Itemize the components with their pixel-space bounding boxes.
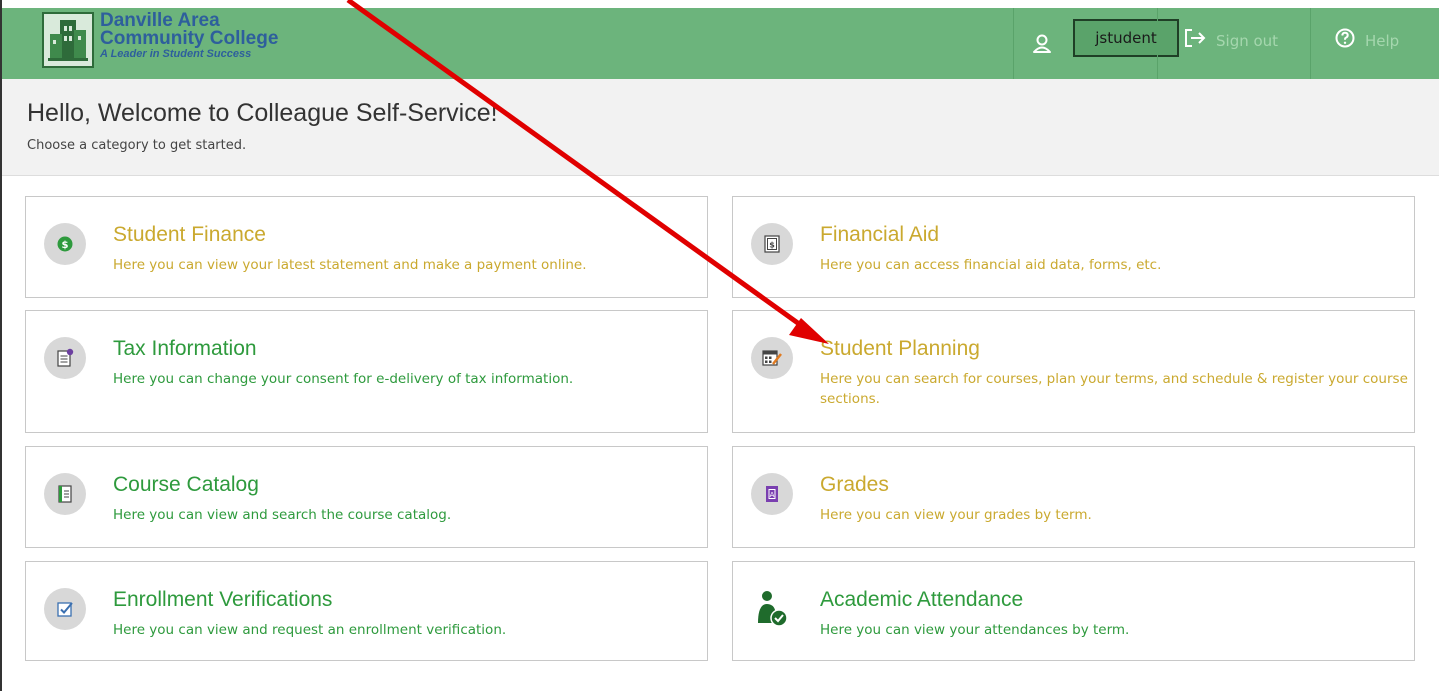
academic-attendance-card[interactable]: Academic Attendance Here you can view yo…	[732, 561, 1415, 661]
tax-information-card[interactable]: Tax Information Here you can change your…	[25, 310, 708, 433]
calendar-icon	[751, 337, 793, 379]
card-title: Tax Information	[113, 337, 257, 360]
card-title: Enrollment Verifications	[113, 588, 333, 611]
grades-icon: A	[751, 473, 793, 515]
card-title: Course Catalog	[113, 473, 259, 496]
svg-text:$: $	[769, 241, 775, 250]
header-divider	[1157, 8, 1158, 79]
help-label: Help	[1365, 31, 1400, 50]
course-catalog-card[interactable]: Course Catalog Here you can view and sea…	[25, 446, 708, 548]
header-divider	[1310, 8, 1311, 79]
grades-card[interactable]: A Grades Here you can view your grades b…	[732, 446, 1415, 548]
card-description: Here you can view and request an enrollm…	[113, 622, 507, 638]
attendance-icon	[751, 588, 793, 630]
svg-text:A: A	[770, 491, 775, 499]
tax-document-icon	[44, 337, 86, 379]
help-icon	[1335, 28, 1355, 53]
verification-icon	[44, 588, 86, 630]
card-description: Here you can access financial aid data, …	[820, 257, 1162, 273]
header-divider	[1013, 8, 1014, 79]
card-title: Student Finance	[113, 223, 266, 246]
username-button[interactable]: jstudent	[1073, 19, 1179, 57]
card-title: Financial Aid	[820, 223, 940, 246]
user-icon[interactable]	[1032, 34, 1052, 59]
college-logo[interactable]: Danville Area Community College A Leader…	[42, 10, 302, 74]
card-title: Grades	[820, 473, 889, 496]
sign-out-label: Sign out	[1216, 31, 1279, 50]
logo-tagline: A Leader in Student Success	[100, 48, 252, 60]
help-button[interactable]: Help	[1335, 28, 1399, 53]
svg-text:$: $	[62, 240, 69, 251]
card-title: Academic Attendance	[820, 588, 1024, 611]
page-title: Hello, Welcome to Colleague Self-Service…	[27, 99, 498, 127]
logo-building-icon	[42, 12, 94, 68]
card-description: Here you can view your latest statement …	[113, 257, 587, 273]
enrollment-verifications-card[interactable]: Enrollment Verifications Here you can vi…	[25, 561, 708, 661]
catalog-icon	[44, 473, 86, 515]
page-subtitle: Choose a category to get started.	[27, 138, 247, 153]
card-description: Here you can change your consent for e-d…	[113, 371, 574, 387]
student-planning-card[interactable]: Student Planning Here you can search for…	[732, 310, 1415, 433]
left-border	[0, 0, 2, 691]
sign-out-icon	[1184, 28, 1206, 53]
card-description: Here you can search for courses, plan yo…	[820, 371, 1408, 407]
student-finance-card[interactable]: $ Student Finance Here you can view your…	[25, 196, 708, 298]
financial-aid-card[interactable]: $ Financial Aid Here you can access fina…	[732, 196, 1415, 298]
card-description: Here you can view your grades by term.	[820, 507, 1092, 523]
card-description: Here you can view your attendances by te…	[820, 622, 1130, 638]
dollar-icon: $	[44, 223, 86, 265]
card-title: Student Planning	[820, 337, 980, 360]
money-document-icon: $	[751, 223, 793, 265]
logo-title-line2: Community College	[100, 28, 279, 49]
welcome-panel: Hello, Welcome to Colleague Self-Service…	[2, 79, 1439, 176]
header-bar: Danville Area Community College A Leader…	[2, 8, 1439, 79]
card-description: Here you can view and search the course …	[113, 507, 452, 523]
sign-out-button[interactable]: Sign out	[1184, 28, 1278, 53]
